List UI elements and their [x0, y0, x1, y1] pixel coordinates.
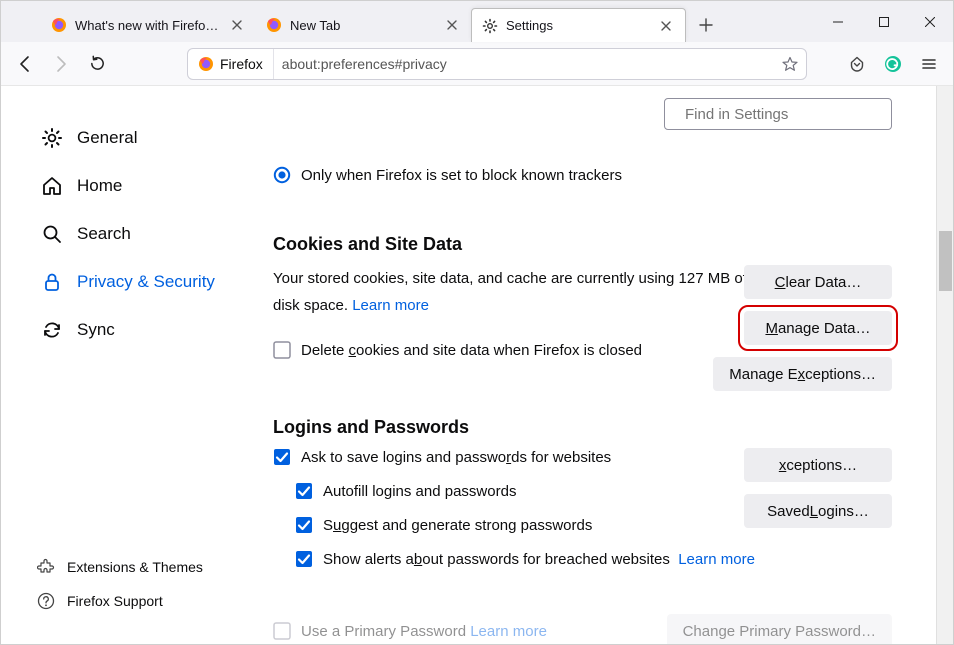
logins-exceptions-button[interactable]: xceptions… [744, 448, 892, 482]
saved-logins-button[interactable]: Saved Logins… [744, 494, 892, 528]
scrollbar-thumb[interactable] [939, 231, 952, 291]
checkbox-label: Autofill logins and passwords [323, 483, 516, 500]
cookies-learn-more-link[interactable]: Learn more [352, 297, 429, 314]
vertical-scrollbar[interactable] [936, 86, 953, 644]
tab-new-tab[interactable]: New Tab [256, 8, 471, 42]
close-window-button[interactable] [907, 2, 953, 42]
sidebar-item-label: Sync [77, 320, 115, 340]
tab-settings[interactable]: Settings [471, 8, 686, 42]
gear-icon [482, 18, 498, 34]
close-icon[interactable] [228, 16, 246, 34]
manage-exceptions-button[interactable]: Manage Exceptions… [713, 357, 892, 391]
reload-button[interactable] [81, 48, 113, 80]
sidebar-item-sync[interactable]: Sync [37, 306, 241, 354]
sidebar-item-privacy[interactable]: Privacy & Security [37, 258, 241, 306]
section-heading-cookies: Cookies and Site Data [273, 234, 892, 255]
preferences-main: Only when Firefox is set to block known … [251, 86, 936, 644]
tab-whats-new[interactable]: What's new with Firefox - More [41, 8, 256, 42]
change-primary-password-button[interactable]: Change Primary Password… [667, 614, 892, 644]
checkbox-breach-alerts[interactable] [295, 550, 313, 568]
checkbox-label: Use a Primary Password Learn more [301, 623, 547, 640]
identity-box[interactable]: Firefox [188, 49, 274, 79]
sidebar-extensions-link[interactable]: Extensions & Themes [37, 550, 241, 584]
close-icon[interactable] [657, 17, 675, 35]
preferences-sidebar: General Home Search Privacy & Secur [1, 86, 251, 644]
maximize-button[interactable] [861, 2, 907, 42]
checkbox-ask-save-logins[interactable] [273, 448, 291, 466]
checkbox-label: Show alerts about passwords for breached… [323, 551, 755, 568]
sync-icon [41, 319, 63, 341]
find-in-settings-input[interactable] [683, 105, 886, 124]
clear-data-button[interactable]: Clear Data… [744, 265, 892, 299]
sidebar-item-label: Home [77, 176, 122, 196]
section-heading-logins: Logins and Passwords [273, 417, 892, 438]
gear-icon [41, 127, 63, 149]
close-icon[interactable] [443, 16, 461, 34]
sidebar-footer-label: Firefox Support [67, 593, 163, 609]
navigation-toolbar: Firefox about:preferences#privacy [1, 42, 953, 86]
sidebar-item-label: General [77, 128, 137, 148]
tab-label: Settings [506, 18, 649, 33]
sidebar-item-label: Search [77, 224, 131, 244]
window-controls [815, 2, 953, 42]
sidebar-item-general[interactable]: General [37, 114, 241, 162]
sidebar-item-label: Privacy & Security [77, 272, 215, 292]
firefox-brand-icon [198, 56, 214, 72]
cookies-description: Your stored cookies, site data, and cach… [273, 265, 753, 319]
firefox-favicon-icon [51, 17, 67, 33]
checkbox-autofill[interactable] [295, 482, 313, 500]
url-text: about:preferences#privacy [274, 56, 774, 72]
checkbox-label: Suggest and generate strong passwords [323, 517, 592, 534]
sidebar-item-home[interactable]: Home [37, 162, 241, 210]
bookmark-star-icon[interactable] [774, 56, 806, 72]
checkbox-suggest-passwords[interactable] [295, 516, 313, 534]
primary-learn-more-link[interactable]: Learn more [470, 623, 547, 640]
minimize-button[interactable] [815, 2, 861, 42]
help-icon [37, 592, 55, 610]
checkbox-label: Delete cookies and site data when Firefo… [301, 342, 642, 359]
forward-button[interactable] [45, 48, 77, 80]
tab-label: What's new with Firefox - More [75, 18, 220, 33]
find-in-settings[interactable] [664, 98, 892, 130]
url-bar[interactable]: Firefox about:preferences#privacy [187, 48, 807, 80]
grammarly-icon[interactable] [877, 48, 909, 80]
checkbox-label: Ask to save logins and passwords for web… [301, 449, 611, 466]
new-tab-button[interactable] [692, 11, 720, 39]
home-icon [41, 175, 63, 197]
breach-learn-more-link[interactable]: Learn more [678, 551, 755, 568]
radio-label: Only when Firefox is set to block known … [301, 167, 622, 184]
search-icon [41, 223, 63, 245]
tab-strip: What's new with Firefox - More New Tab S… [1, 1, 953, 42]
puzzle-icon [37, 558, 55, 576]
radio-known-trackers[interactable] [273, 166, 291, 184]
lock-icon [41, 271, 63, 293]
tab-label: New Tab [290, 18, 435, 33]
sidebar-support-link[interactable]: Firefox Support [37, 584, 241, 618]
identity-label: Firefox [220, 56, 263, 72]
checkbox-primary-password[interactable] [273, 622, 291, 640]
manage-data-button[interactable]: Manage Data… [744, 311, 892, 345]
back-button[interactable] [9, 48, 41, 80]
app-menu-button[interactable] [913, 48, 945, 80]
sidebar-item-search[interactable]: Search [37, 210, 241, 258]
firefox-favicon-icon [266, 17, 282, 33]
sidebar-footer-label: Extensions & Themes [67, 559, 203, 575]
checkbox-delete-on-close[interactable] [273, 341, 291, 359]
pocket-button[interactable] [841, 48, 873, 80]
